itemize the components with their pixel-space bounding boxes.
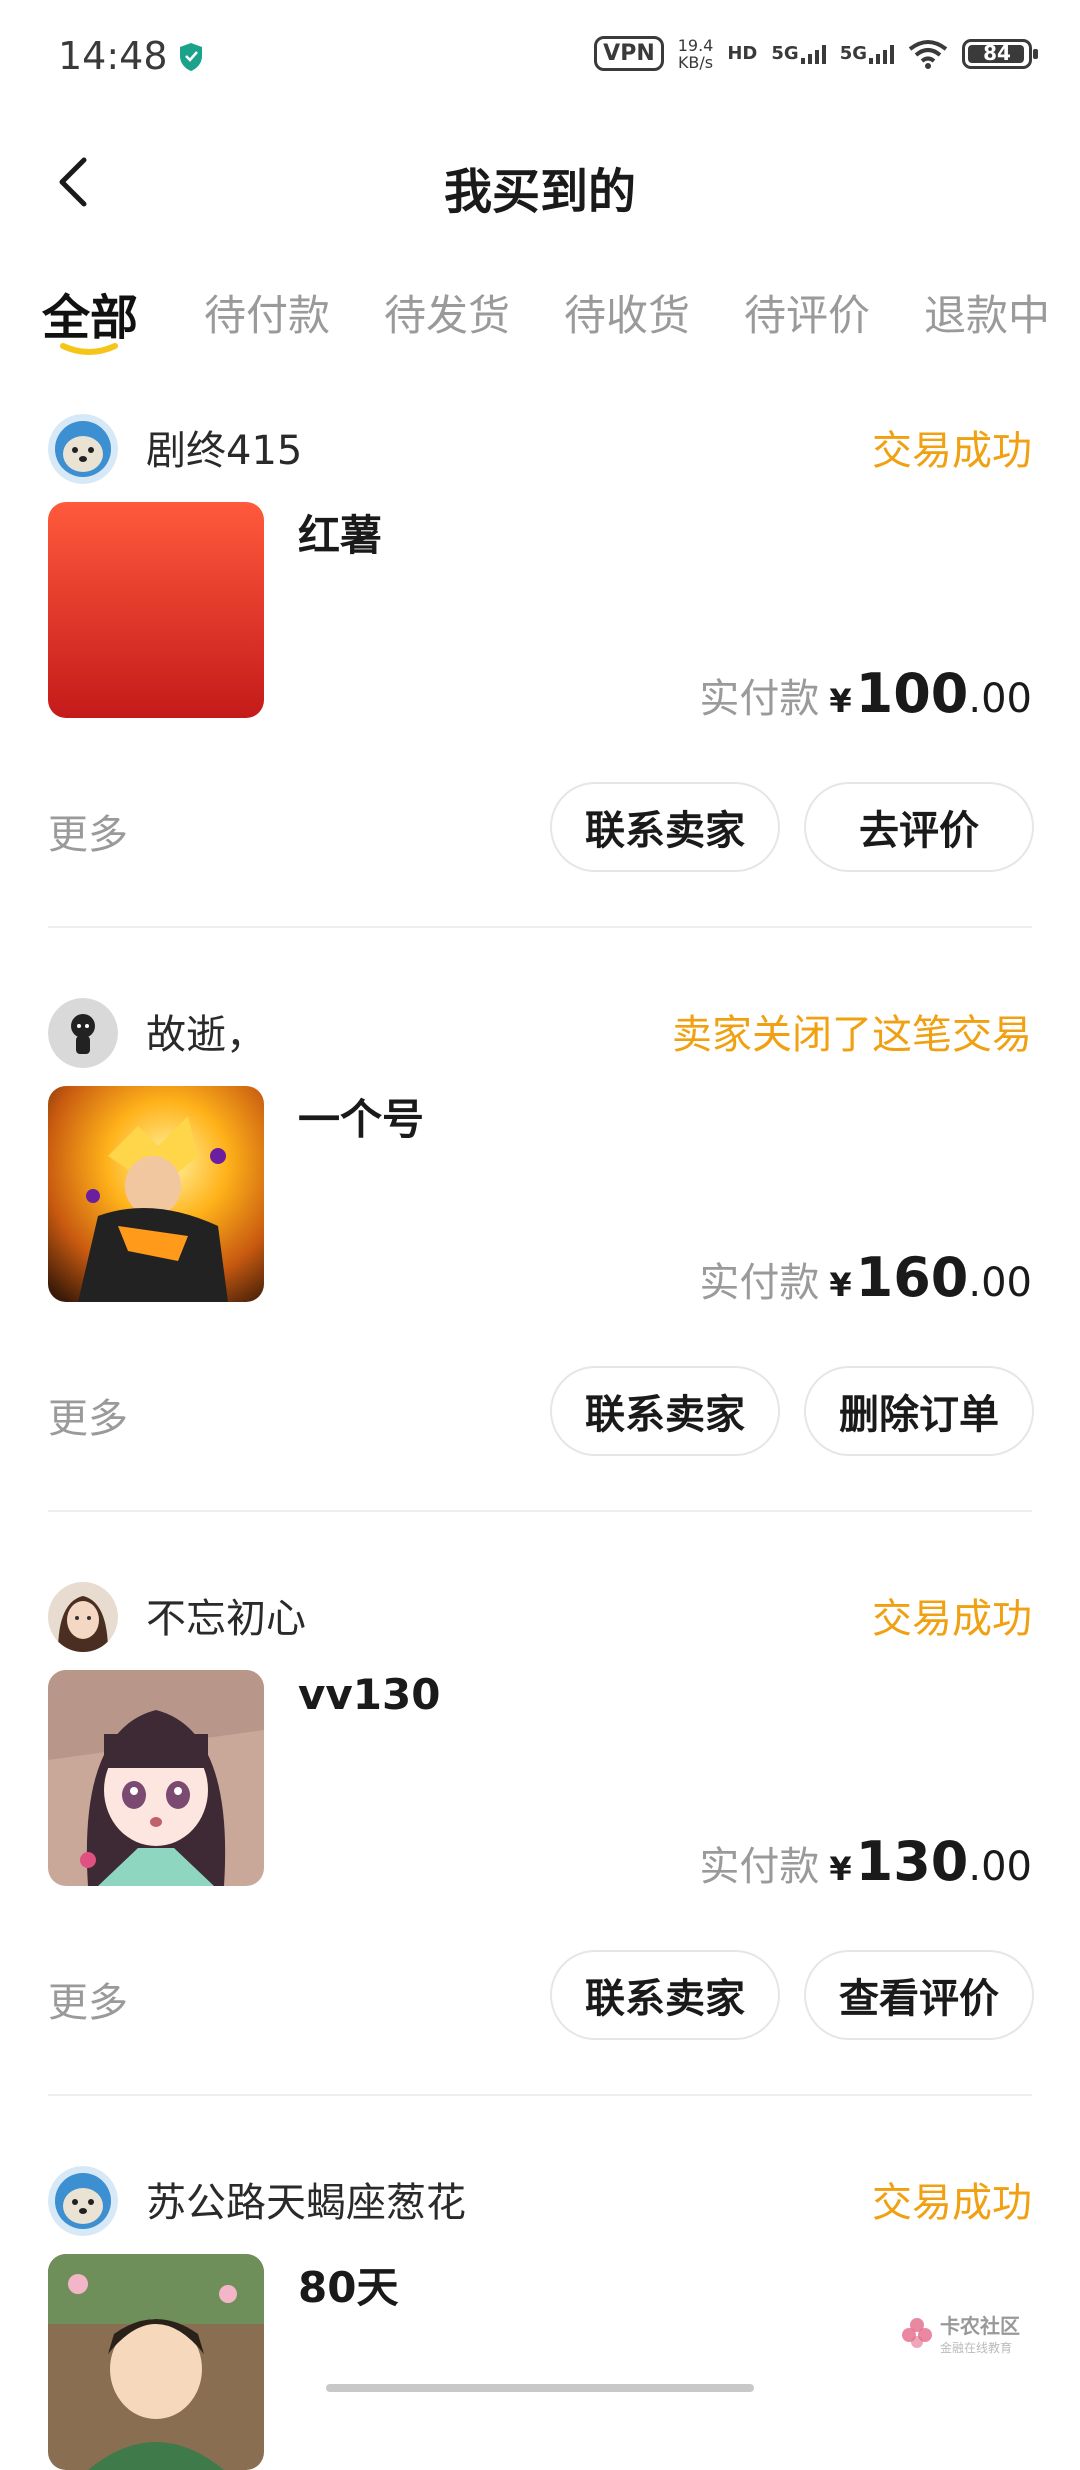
flower-logo-icon (902, 2318, 932, 2348)
contact-seller-button[interactable]: 联系卖家 (550, 1366, 780, 1456)
divider (48, 2094, 1032, 2096)
amount-decimal: .00 (968, 1844, 1032, 1890)
paid-amount: 实付款 ¥ 100 .00 (699, 662, 1032, 725)
tab-pending-review[interactable]: 待评价 (744, 282, 870, 343)
order-status: 交易成功 (872, 428, 1032, 474)
status-icons: VPN 19.4 KB/s HD 5G 5G 84 (594, 36, 1038, 71)
view-review-button[interactable]: 查看评价 (804, 1950, 1034, 2040)
seller-avatar[interactable] (48, 998, 118, 1068)
order-status: 交易成功 (872, 1596, 1032, 1642)
hd-icon: HD (727, 43, 757, 64)
product-name[interactable]: 一个号 (298, 1086, 424, 1147)
more-link[interactable]: 更多 (48, 802, 128, 860)
order-card: 不忘初心 交易成功 vv130 实付款 ¥ 130 .00 更多 联系卖家 查看… (0, 1568, 1080, 2154)
divider (48, 926, 1032, 928)
tab-all[interactable]: 全部 (42, 278, 138, 348)
amount-decimal: .00 (968, 676, 1032, 722)
order-tabs: 全部 待付款 待发货 待收货 待评价 退款中 (0, 270, 1080, 370)
watermark-main: 卡农社区 (940, 2314, 1020, 2338)
seller-name[interactable]: 不忘初心 (146, 1586, 306, 1644)
product-name[interactable]: 红薯 (298, 502, 382, 563)
seller-name[interactable]: 故逝， (146, 1002, 266, 1060)
amount-integer: 100 (855, 662, 969, 725)
more-link[interactable]: 更多 (48, 1386, 128, 1444)
order-card: 故逝， 卖家关闭了这笔交易 一个号 实付款 ¥ 160 .00 更多 联系卖家 … (0, 984, 1080, 1570)
product-image[interactable] (48, 502, 264, 718)
battery-icon: 84 (962, 38, 1038, 69)
delete-order-button[interactable]: 删除订单 (804, 1366, 1034, 1456)
product-image[interactable] (48, 2254, 264, 2470)
product-name[interactable]: 80天 (298, 2254, 398, 2315)
watermark-sub: 金融在线教育 (940, 2341, 1013, 2355)
order-status: 交易成功 (872, 2180, 1032, 2226)
amount-decimal: .00 (968, 1260, 1032, 1306)
battery-level: 84 (983, 40, 1011, 65)
contact-seller-button[interactable]: 联系卖家 (550, 1950, 780, 2040)
network-speed: 19.4 KB/s (678, 37, 714, 71)
status-time: 14:48 (58, 34, 168, 78)
product-image[interactable] (48, 1670, 264, 1886)
paid-label: 实付款 (699, 1260, 820, 1306)
paid-amount: 实付款 ¥ 160 .00 (699, 1246, 1032, 1309)
hd-label: HD (727, 43, 758, 64)
more-link[interactable]: 更多 (48, 1970, 128, 2028)
signal2-label: 5G (839, 43, 867, 64)
signal-icon-2: 5G (840, 43, 894, 64)
page-title: 我买到的 (443, 164, 636, 220)
seller-avatar[interactable] (48, 1582, 118, 1652)
currency-symbol: ¥ (829, 1850, 852, 1888)
contact-seller-button[interactable]: 联系卖家 (550, 782, 780, 872)
review-button[interactable]: 去评价 (804, 782, 1034, 872)
seller-avatar[interactable] (48, 2166, 118, 2236)
signal1-label: 5G (771, 43, 799, 64)
signal-icon-1: 5G (771, 43, 826, 64)
divider (48, 1510, 1032, 1512)
speed-value: 19.4 (677, 35, 714, 55)
seller-name[interactable]: 苏公路天蝎座葱花 (146, 2170, 466, 2228)
tab-pending-receipt[interactable]: 待收货 (564, 282, 690, 343)
tab-pending-shipment[interactable]: 待发货 (384, 282, 510, 343)
product-name[interactable]: vv130 (298, 1670, 440, 1719)
header: 我买到的 (0, 120, 1080, 250)
paid-amount: 实付款 ¥ 130 .00 (699, 1830, 1032, 1893)
order-status: 卖家关闭了这笔交易 (672, 1012, 1032, 1058)
home-indicator[interactable] (326, 2384, 754, 2392)
amount-integer: 130 (855, 1830, 969, 1893)
amount-integer: 160 (855, 1246, 969, 1309)
seller-name[interactable]: 剧终415 (146, 418, 302, 476)
paid-label: 实付款 (699, 1844, 820, 1890)
speed-unit: KB/s (677, 52, 714, 72)
paid-label: 实付款 (699, 676, 820, 722)
status-bar: 14:48 VPN 19.4 KB/s HD 5G 5G 84 (0, 0, 1080, 120)
tab-refunding[interactable]: 退款中 (924, 282, 1050, 343)
vpn-icon: VPN (594, 36, 664, 71)
wifi-icon (908, 39, 948, 69)
shield-icon (180, 43, 202, 71)
order-card: 苏公路天蝎座葱花 交易成功 80天 (0, 2152, 1080, 2470)
seller-avatar[interactable] (48, 414, 118, 484)
currency-symbol: ¥ (829, 1266, 852, 1304)
currency-symbol: ¥ (829, 682, 852, 720)
product-image[interactable] (48, 1086, 264, 1302)
order-card: 剧终415 交易成功 红薯 实付款 ¥ 100 .00 更多 联系卖家 去评价 (0, 400, 1080, 986)
tab-pending-payment[interactable]: 待付款 (204, 282, 330, 343)
tab-underline (60, 343, 118, 355)
watermark: 卡农社区 金融在线教育 (900, 2310, 1020, 2356)
